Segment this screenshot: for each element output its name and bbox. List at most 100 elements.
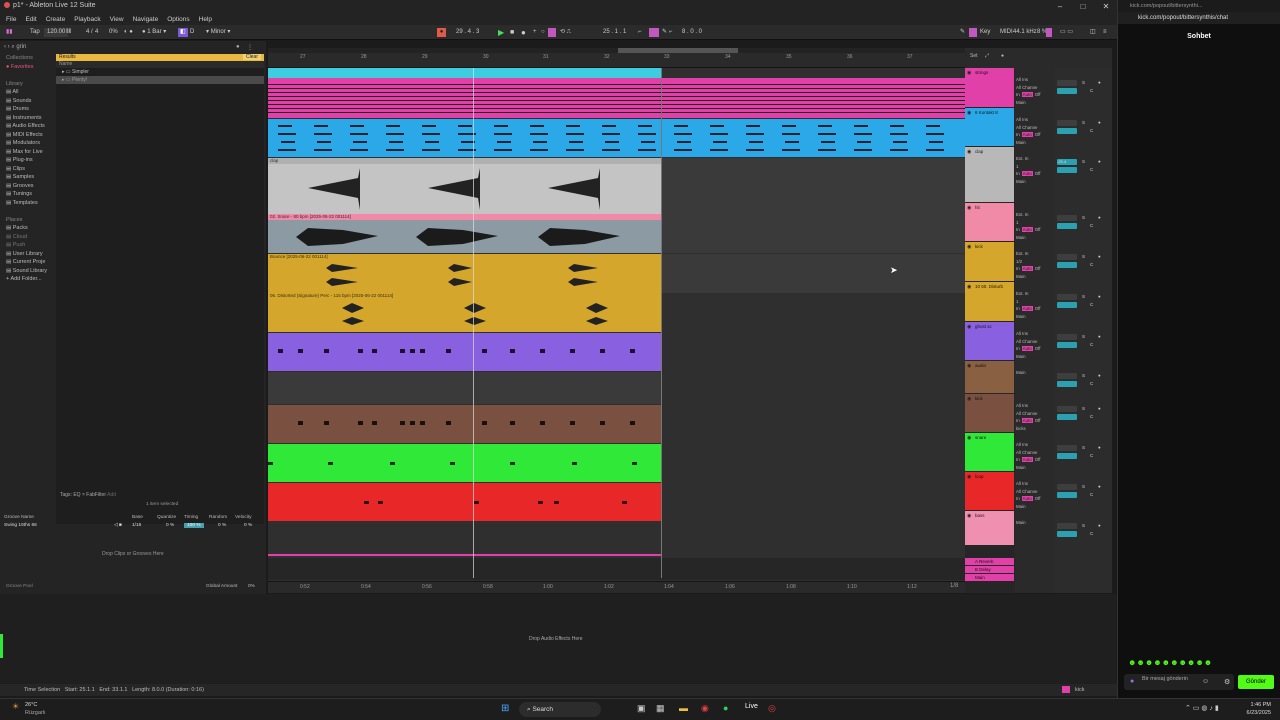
windows-start-icon[interactable]: ⊞ — [501, 703, 509, 714]
midi-note[interactable] — [630, 421, 635, 425]
midi-note[interactable] — [268, 104, 965, 105]
midi-note[interactable] — [494, 133, 512, 135]
audio-clip-distorted[interactable]: 06. Distorted (Signature) Perc - 115 bpm… — [268, 293, 661, 332]
monitor-auto[interactable]: Auto — [1021, 266, 1033, 271]
volume-field[interactable] — [1057, 373, 1077, 379]
metronome-icon[interactable]: ⦀⦀ — [66, 28, 71, 37]
pan-knob[interactable] — [1057, 531, 1077, 537]
midi-note[interactable] — [268, 108, 965, 109]
midi-clip-ghost[interactable] — [268, 333, 661, 371]
tag-fabfilter[interactable]: FabFilter — [86, 492, 106, 498]
menu-options[interactable]: Options — [167, 16, 189, 23]
midi-note[interactable] — [510, 462, 515, 465]
track-io[interactable]: Ext. In 1 In Auto Off Main — [1016, 211, 1054, 241]
io-select[interactable]: Main — [1016, 519, 1054, 527]
sidebar-item-sound-library[interactable]: ▤ Sound Library — [2, 267, 54, 276]
midi-note[interactable] — [494, 149, 512, 151]
volume-field[interactable] — [1057, 80, 1077, 86]
weather-desc[interactable]: Rüzgarlı — [25, 710, 45, 716]
midi-note[interactable] — [482, 421, 487, 425]
io-select[interactable]: All Ins — [1016, 76, 1054, 84]
midi-note[interactable] — [278, 125, 292, 127]
midi-note[interactable] — [268, 462, 273, 465]
lane-audio[interactable] — [268, 372, 965, 404]
midi-note[interactable] — [268, 112, 965, 113]
midi-note[interactable] — [854, 133, 872, 135]
midi-note[interactable] — [350, 125, 364, 127]
fold-icon[interactable]: ◉ — [967, 284, 971, 290]
loop-start[interactable]: 25 . 1 . 1 — [603, 28, 626, 37]
monitor-selector[interactable]: In Auto Off — [1016, 265, 1054, 273]
midi-note[interactable] — [818, 125, 832, 127]
clear-button[interactable]: Clear — [243, 54, 261, 60]
midi-note[interactable] — [268, 92, 965, 93]
midi-note[interactable] — [446, 349, 451, 353]
io-select[interactable]: Main — [1016, 503, 1054, 511]
track-io[interactable]: Ext. In 1 In Auto Off Main — [1016, 155, 1054, 185]
fold-icon[interactable]: ◉ — [967, 110, 971, 116]
signature-numerator[interactable]: 4 — [86, 28, 89, 37]
solo-button[interactable]: S — [1082, 159, 1089, 165]
pan-knob[interactable] — [1057, 223, 1077, 229]
midi-note[interactable] — [400, 349, 405, 353]
midi-note[interactable] — [364, 501, 369, 504]
crossfade-button[interactable]: C — [1090, 167, 1097, 173]
midi-note[interactable] — [602, 149, 620, 151]
arm-icon[interactable]: ● — [1098, 334, 1104, 340]
monitor-selector[interactable]: In Auto Off — [1016, 170, 1054, 178]
monitor-auto[interactable]: Auto — [1021, 132, 1033, 137]
fold-icon[interactable]: ◉ — [967, 324, 971, 330]
crossfade-button[interactable]: C — [1090, 414, 1097, 420]
volume-field[interactable] — [1057, 484, 1077, 490]
midi-note[interactable] — [674, 149, 692, 151]
maximize-icon[interactable]: □ — [1071, 0, 1095, 13]
tag-add[interactable]: Add — [107, 492, 116, 498]
midi-note[interactable] — [446, 421, 451, 425]
midi-note[interactable] — [926, 125, 940, 127]
weather-icon[interactable]: ☀ — [12, 702, 19, 711]
emoji-icon[interactable]: ☺ — [1202, 678, 1209, 685]
midi-note[interactable] — [533, 141, 547, 143]
midi-note[interactable] — [281, 141, 295, 143]
monitor-auto[interactable]: Auto — [1021, 346, 1033, 351]
io-select[interactable]: Ext. In — [1016, 290, 1054, 298]
return-track-header[interactable]: A Reverb — [965, 558, 1014, 565]
audio-clip-bounce[interactable]: Bounce [2025-06-22 001114] — [268, 254, 661, 293]
microphone-icon[interactable]: ● — [1130, 678, 1134, 685]
midi-note[interactable] — [890, 125, 904, 127]
midi-note[interactable] — [622, 501, 627, 504]
midi-note[interactable] — [268, 84, 965, 85]
expand-icon[interactable]: ⤢ — [985, 53, 989, 59]
io-select[interactable]: Main — [1016, 178, 1054, 186]
result-item[interactable]: ▸ ▭ Plenty! — [56, 76, 264, 84]
fold-icon[interactable]: ◉ — [967, 396, 971, 402]
monitor-off[interactable]: Off — [1035, 132, 1041, 137]
draw-mode-icon[interactable]: ✎ — [960, 28, 965, 37]
midi-note[interactable] — [314, 125, 328, 127]
io-select[interactable]: All Ins — [1016, 116, 1054, 124]
layout-icon[interactable]: ◫ — [1090, 28, 1096, 37]
track-header[interactable]: ◉ bass — [965, 511, 1014, 545]
pan-knob[interactable] — [1057, 167, 1077, 173]
sidebar-item-sounds[interactable]: ▤ Sounds — [2, 97, 54, 106]
zoom-label[interactable]: 1/8 — [950, 583, 958, 589]
pan-knob[interactable] — [1057, 342, 1077, 348]
key-map-label[interactable]: Key — [980, 28, 990, 37]
track-io[interactable]: All Ins All Channe In Auto Off Main — [1016, 330, 1054, 360]
capture-icon[interactable] — [548, 28, 556, 37]
solo-button[interactable]: S — [1082, 120, 1089, 126]
solo-button[interactable]: S — [1082, 294, 1089, 300]
midi-note[interactable] — [353, 141, 367, 143]
volume-field[interactable] — [1057, 120, 1077, 126]
midi-note[interactable] — [818, 149, 836, 151]
record-icon[interactable]: ● — [521, 28, 526, 37]
midi-note[interactable] — [317, 141, 331, 143]
io-select[interactable]: Main — [1016, 353, 1054, 361]
monitor-off[interactable]: Off — [1035, 227, 1041, 232]
midi-note[interactable] — [674, 133, 692, 135]
midi-note[interactable] — [268, 96, 965, 97]
groove-hotswap-icon[interactable]: ◁ ■ — [114, 523, 122, 528]
volume-field[interactable] — [1057, 523, 1077, 529]
automation-arm-icon[interactable]: ○ — [541, 28, 545, 37]
solo-button[interactable]: S — [1082, 373, 1089, 379]
